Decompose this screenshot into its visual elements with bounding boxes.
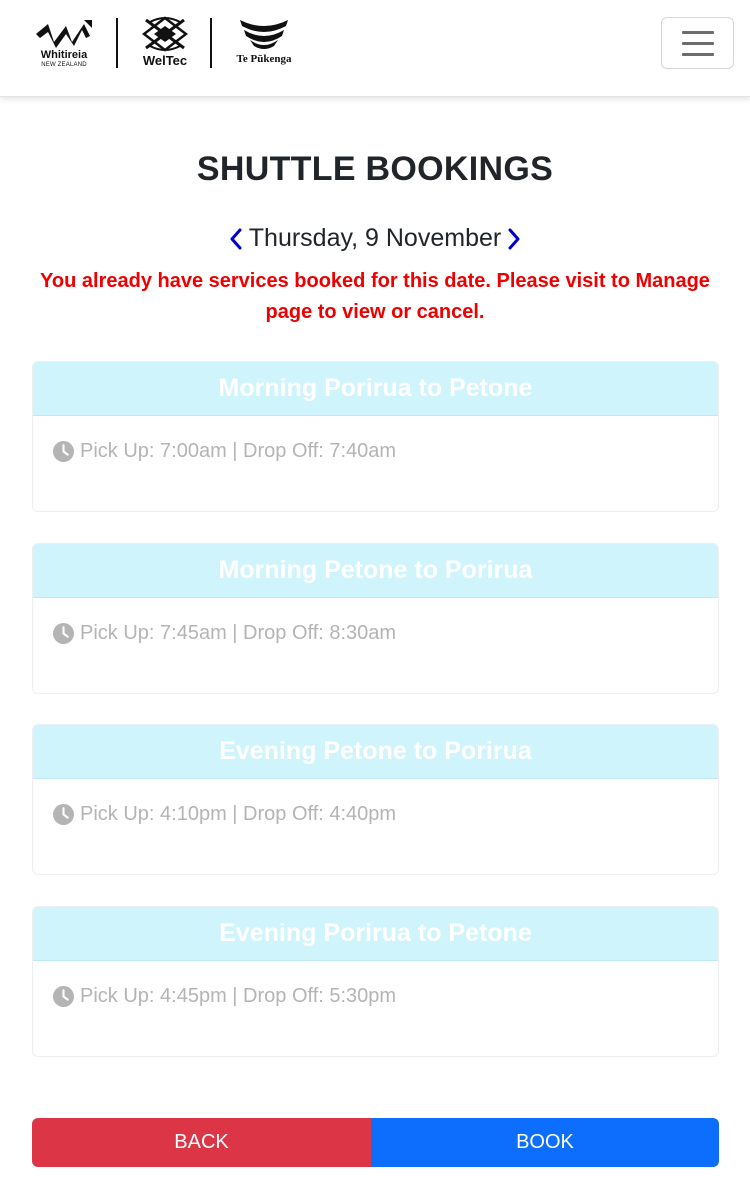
- back-button[interactable]: BACK: [32, 1118, 371, 1167]
- service-title: Evening Petone to Porirua: [33, 725, 718, 779]
- whitireia-logo-text: Whitireia: [40, 49, 88, 61]
- hamburger-icon-line: [681, 41, 714, 45]
- service-card-morning-petone-porirua[interactable]: Morning Petone to Porirua Pick Up: 7:45a…: [32, 543, 719, 694]
- selected-date: Thursday, 9 November: [248, 224, 502, 252]
- service-title: Morning Porirua to Petone: [33, 362, 718, 416]
- whitireia-logo: Whitireia NEW ZEALAND: [34, 16, 94, 70]
- te-pukenga-mark-icon: [240, 20, 288, 49]
- menu-toggle-button[interactable]: [661, 17, 734, 69]
- clock-icon: [53, 623, 74, 644]
- logo-divider: [210, 18, 212, 68]
- logo-divider: [116, 18, 118, 68]
- previous-date-button[interactable]: [227, 226, 245, 252]
- page-title: SHUTTLE BOOKINGS: [196, 150, 554, 188]
- clock-icon: [53, 441, 74, 462]
- logo-group[interactable]: Whitireia NEW ZEALAND WelTec Te Pūkenga: [34, 16, 292, 70]
- service-details: Pick Up: 4:10pm | Drop Off: 4:40pm: [33, 779, 718, 874]
- clock-icon: [53, 986, 74, 1007]
- service-times: Pick Up: 7:45am | Drop Off: 8:30am: [80, 622, 397, 644]
- service-details: Pick Up: 7:00am | Drop Off: 7:40am: [33, 416, 718, 511]
- booking-warning-message: You already have services booked for thi…: [40, 270, 710, 323]
- whitireia-mark-icon: [36, 20, 92, 48]
- weltec-logo: WelTec: [142, 16, 188, 70]
- service-card-evening-petone-porirua[interactable]: Evening Petone to Porirua Pick Up: 4:10p…: [32, 724, 719, 875]
- te-pukenga-logo-text: Te Pūkenga: [236, 53, 292, 65]
- date-navigator: Thursday, 9 November: [0, 224, 750, 253]
- chevron-right-icon: [508, 228, 520, 249]
- service-title: Morning Petone to Porirua: [33, 544, 718, 598]
- service-times: Pick Up: 4:45pm | Drop Off: 5:30pm: [80, 985, 397, 1007]
- weltec-logo-text: WelTec: [142, 53, 188, 68]
- service-details: Pick Up: 7:45am | Drop Off: 8:30am: [33, 598, 718, 693]
- whitireia-logo-subtext: NEW ZEALAND: [41, 62, 87, 68]
- te-pukenga-logo: Te Pūkenga: [236, 16, 292, 70]
- clock-icon: [53, 804, 74, 825]
- service-times: Pick Up: 4:10pm | Drop Off: 4:40pm: [80, 803, 397, 825]
- action-buttons: BACK BOOK: [32, 1118, 719, 1167]
- chevron-left-icon: [230, 228, 242, 249]
- service-card-evening-porirua-petone[interactable]: Evening Porirua to Petone Pick Up: 4:45p…: [32, 906, 719, 1057]
- weltec-mark-icon: [142, 16, 188, 52]
- next-date-button[interactable]: [505, 226, 523, 252]
- service-title: Evening Porirua to Petone: [33, 907, 718, 961]
- hamburger-icon-line: [681, 30, 714, 34]
- navbar: Whitireia NEW ZEALAND WelTec Te Pūkenga: [0, 0, 750, 97]
- hamburger-icon-line: [681, 52, 714, 56]
- service-card-morning-porirua-petone[interactable]: Morning Porirua to Petone Pick Up: 7:00a…: [32, 361, 719, 512]
- service-times: Pick Up: 7:00am | Drop Off: 7:40am: [80, 440, 397, 462]
- book-button[interactable]: BOOK: [371, 1118, 719, 1167]
- service-details: Pick Up: 4:45pm | Drop Off: 5:30pm: [33, 961, 718, 1056]
